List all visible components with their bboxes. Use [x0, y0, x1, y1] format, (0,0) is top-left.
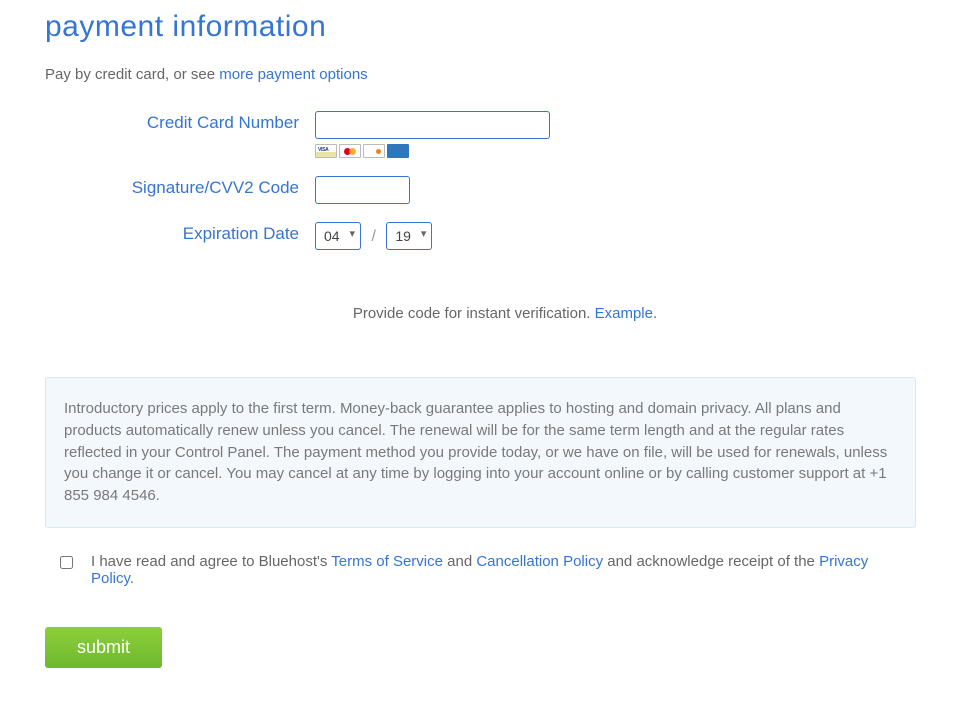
credit-card-input[interactable] [315, 111, 550, 139]
expiration-year-select[interactable]: 19 [386, 222, 432, 250]
label-cvv: Signature/CVV2 Code [45, 176, 315, 198]
expiration-separator: / [371, 228, 375, 245]
terms-of-service-link[interactable]: Terms of Service [331, 553, 443, 570]
visa-icon [315, 144, 337, 158]
verification-suffix: . [653, 305, 657, 322]
agree-and: and [443, 553, 476, 570]
label-credit-card: Credit Card Number [45, 111, 315, 133]
expiration-month-select[interactable]: 04 [315, 222, 361, 250]
agree-prefix: I have read and agree to Bluehost's [91, 553, 331, 570]
agree-text: I have read and agree to Bluehost's Term… [91, 553, 901, 587]
cancellation-policy-link[interactable]: Cancellation Policy [476, 553, 603, 570]
submit-button[interactable]: submit [45, 627, 162, 668]
amex-icon [387, 144, 409, 158]
pay-intro-prefix: Pay by credit card, or see [45, 66, 219, 83]
verification-text: Provide code for instant verification. E… [255, 305, 755, 322]
agree-checkbox[interactable] [60, 556, 73, 569]
verification-prefix: Provide code for instant verification. [353, 305, 595, 322]
more-payment-options-link[interactable]: more payment options [219, 66, 367, 83]
discover-icon [363, 144, 385, 158]
agree-suffix: . [130, 570, 134, 587]
row-cvv: Signature/CVV2 Code [45, 176, 916, 204]
agree-row: I have read and agree to Bluehost's Term… [45, 553, 916, 587]
card-icons [315, 144, 916, 158]
page-title: payment information [45, 10, 916, 44]
row-credit-card: Credit Card Number [45, 111, 916, 158]
agree-ack: and acknowledge receipt of the [603, 553, 819, 570]
disclaimer-box: Introductory prices apply to the first t… [45, 377, 916, 528]
cvv-input[interactable] [315, 176, 410, 204]
pay-intro-text: Pay by credit card, or see more payment … [45, 66, 916, 83]
row-expiration: Expiration Date 04 / 19 [45, 222, 916, 250]
label-expiration: Expiration Date [45, 222, 315, 244]
example-link[interactable]: Example [595, 305, 653, 322]
mastercard-icon [339, 144, 361, 158]
